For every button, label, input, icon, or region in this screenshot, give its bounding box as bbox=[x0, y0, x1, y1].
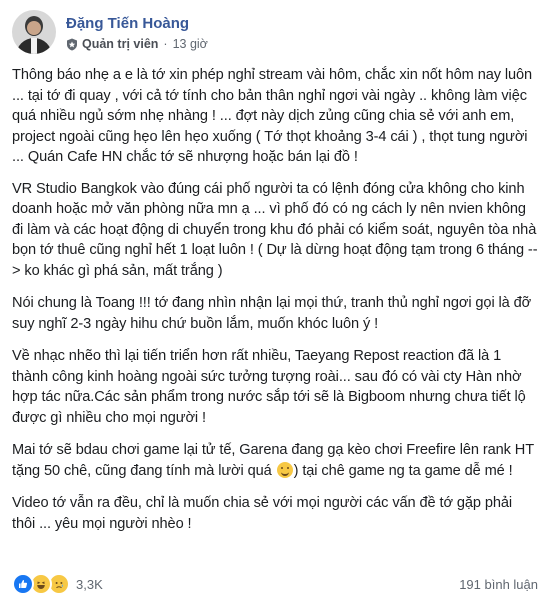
reaction-count[interactable]: 3,3K bbox=[76, 577, 103, 592]
author-name[interactable]: Đặng Tiến Hoàng bbox=[66, 15, 208, 33]
like-reaction-icon bbox=[12, 573, 34, 595]
post-subline: Quản trị viên · 13 giờ bbox=[66, 36, 208, 52]
facebook-post: Đặng Tiến Hoàng Quản trị viên · 13 giờ T… bbox=[0, 0, 550, 610]
meta-separator: · bbox=[163, 37, 168, 51]
post-paragraph: VR Studio Bangkok vào đúng cái phố người… bbox=[12, 180, 538, 279]
smile-emoji-icon bbox=[276, 461, 293, 478]
post-paragraph: Video tớ vẫn ra đều, chỉ là muốn chia sẻ… bbox=[12, 495, 513, 532]
game-text-after: ) tại chê game ng ta game dễ mé ! bbox=[293, 462, 513, 479]
admin-shield-icon bbox=[66, 38, 78, 51]
post-footer: 3,3K 191 bình luận bbox=[12, 572, 538, 596]
author-avatar[interactable] bbox=[12, 10, 56, 54]
author-role: Quản trị viên bbox=[82, 37, 159, 51]
post-paragraph: Về nhạc nhẽo thì lại tiến triển hơn rất … bbox=[12, 348, 526, 426]
post-paragraph: Thông báo nhẹ a e là tớ xin phép nghỉ st… bbox=[12, 67, 533, 165]
post-paragraph: Nói chung là Toang !!! tớ đang nhìn nhận… bbox=[12, 295, 532, 332]
author-meta: Đặng Tiến Hoàng Quản trị viên · 13 giờ bbox=[66, 10, 208, 60]
post-timestamp[interactable]: 13 giờ bbox=[173, 36, 208, 52]
post-header: Đặng Tiến Hoàng Quản trị viên · 13 giờ bbox=[12, 10, 208, 60]
comment-count-link[interactable]: 191 bình luận bbox=[459, 577, 538, 592]
reactions-summary[interactable]: 3,3K bbox=[12, 573, 103, 595]
post-body: Thông báo nhẹ a e là tớ xin phép nghỉ st… bbox=[12, 65, 538, 546]
post-paragraph-game: Mai tớ sẽ bdau chơi game lại tử tế, Gare… bbox=[12, 440, 538, 481]
